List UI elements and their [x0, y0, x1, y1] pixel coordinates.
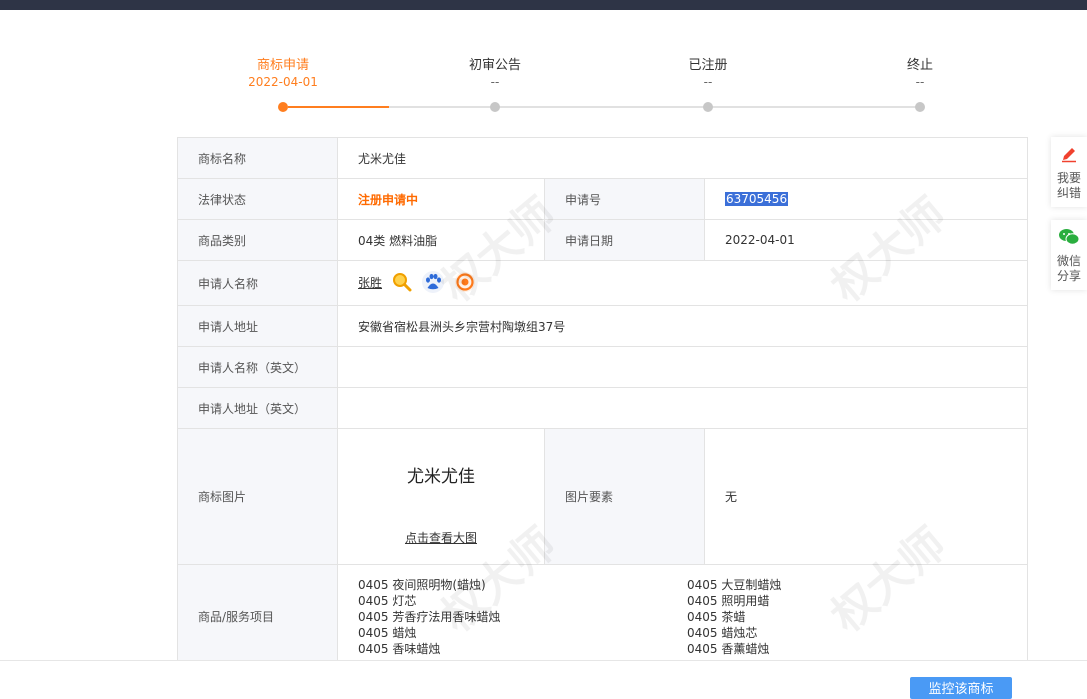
step-3-date: -- — [703, 75, 713, 89]
step-4-date: -- — [915, 75, 925, 89]
step-1-title: 商标申请 — [256, 58, 309, 73]
step-2-title: 初审公告 — [468, 58, 521, 73]
wechat-share-button[interactable]: 微信分享 — [1051, 220, 1087, 290]
service-item: 0405 夜间照明物(蜡烛) — [358, 577, 486, 592]
status-badge: 注册申请中 — [358, 192, 419, 207]
magnifier-icon[interactable] — [392, 272, 412, 295]
report-error-button[interactable]: 我要纠错 — [1051, 137, 1087, 207]
label-application-number: 申请号 — [544, 178, 705, 220]
label-category: 商品类别 — [177, 219, 338, 261]
report-error-label: 我要纠错 — [1056, 171, 1081, 200]
label-image-elements: 图片要素 — [544, 428, 705, 565]
service-item: 0405 茶蜡 — [687, 609, 746, 624]
application-number-text[interactable]: 63705456 — [725, 192, 789, 206]
value-applicant-address: 安徽省宿松县洲头乡宗营村陶墩组37号 — [337, 305, 1028, 347]
wechat-icon — [1051, 228, 1087, 250]
view-large-image-link[interactable]: 点击查看大图 — [405, 531, 477, 545]
trademark-image-cell: 尤米尤佳 点击查看大图 — [337, 428, 545, 565]
step-1-dot — [278, 102, 288, 112]
value-legal-status: 注册申请中 — [337, 178, 545, 220]
label-applicant-address: 申请人地址 — [177, 305, 338, 347]
service-item: 0405 香薰蜡烛 — [687, 641, 770, 656]
target-icon[interactable] — [454, 271, 476, 296]
goods-services-list: 0405 夜间照明物(蜡烛) 0405 大豆制蜡烛 0405 灯芯 0405 照… — [337, 564, 1028, 669]
value-trademark-name: 尤米尤佳 — [337, 137, 1028, 179]
value-image-elements: 无 — [704, 428, 1028, 565]
label-applicant-address-en: 申请人地址（英文） — [177, 387, 338, 429]
service-item: 0405 大豆制蜡烛 — [687, 577, 782, 592]
monitor-trademark-button[interactable]: 监控该商标 — [910, 677, 1012, 699]
label-applicant-name-en: 申请人名称（英文） — [177, 346, 338, 388]
label-trademark-name: 商标名称 — [177, 137, 338, 179]
trademark-detail-table: 商标名称 尤米尤佳 法律状态 注册申请中 申请号 63705456 商品类别 0… — [177, 137, 1028, 669]
value-applicant-address-en — [337, 387, 1028, 429]
value-application-number[interactable]: 63705456 — [704, 178, 1028, 220]
step-1-date: 2022-04-01 — [248, 75, 318, 89]
wechat-share-label: 微信分享 — [1056, 254, 1081, 283]
value-applicant: 张胜 — [337, 260, 1028, 306]
step-2-date: -- — [490, 75, 500, 89]
trademark-image[interactable]: 尤米尤佳 — [358, 462, 524, 487]
progress-track-active — [288, 106, 389, 108]
service-item: 0405 香味蜡烛 — [358, 641, 441, 656]
value-category: 04类 燃料油脂 — [337, 219, 545, 261]
value-application-date: 2022-04-01 — [704, 219, 1028, 261]
label-goods-services: 商品/服务项目 — [177, 564, 338, 669]
step-2-dot — [490, 102, 500, 112]
service-item: 0405 照明用蜡 — [687, 593, 770, 608]
service-item: 0405 灯芯 — [358, 593, 417, 608]
value-applicant-name-en — [337, 346, 1028, 388]
step-3-title: 已注册 — [688, 58, 728, 73]
progress-steps: 商标申请 2022-04-01 初审公告 -- 已注册 -- 终止 -- — [0, 0, 1087, 130]
service-item: 0405 蜡烛芯 — [687, 625, 758, 640]
label-trademark-image: 商标图片 — [177, 428, 338, 565]
label-application-date: 申请日期 — [544, 219, 705, 261]
service-item: 0405 芳香疗法用香味蜡烛 — [358, 609, 501, 624]
step-3-dot — [703, 102, 713, 112]
applicant-link[interactable]: 张胜 — [358, 276, 382, 290]
step-4-title: 终止 — [906, 58, 933, 73]
baidu-paw-icon[interactable] — [421, 270, 444, 296]
label-applicant: 申请人名称 — [177, 260, 338, 306]
service-item: 0405 蜡烛 — [358, 625, 417, 640]
pencil-icon — [1051, 145, 1087, 167]
step-4-dot — [915, 102, 925, 112]
label-legal-status: 法律状态 — [177, 178, 338, 220]
